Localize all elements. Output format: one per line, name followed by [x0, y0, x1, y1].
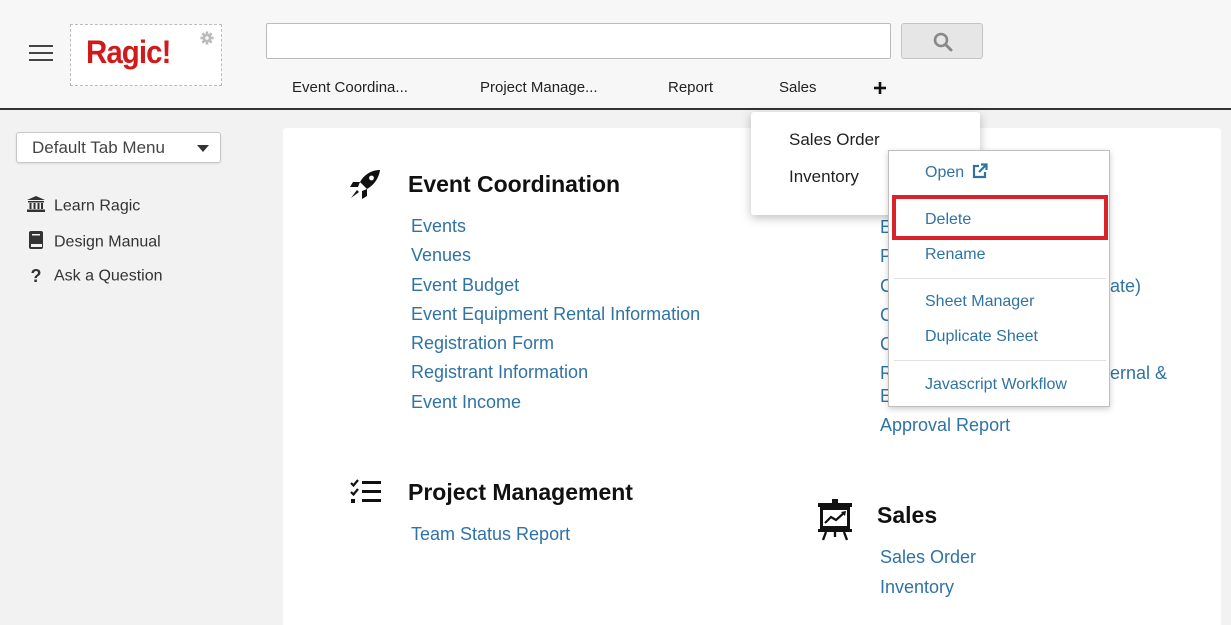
sidebar-link-label: Ask a Question [54, 267, 163, 285]
link-inventory[interactable]: Inventory [880, 577, 954, 598]
tab-event-coordination[interactable]: Event Coordina... [292, 79, 408, 96]
link-event-budget[interactable]: Event Budget [411, 275, 519, 296]
sidebar-link-label: Design Manual [54, 233, 161, 251]
delete-highlight-box [892, 195, 1108, 240]
context-menu-duplicate-sheet[interactable]: Duplicate Sheet [925, 328, 1038, 346]
search-icon [933, 32, 953, 52]
link-approval-report[interactable]: Approval Report [880, 415, 1010, 436]
tasks-icon [350, 479, 381, 503]
link-events[interactable]: Events [411, 216, 466, 237]
tab-sales[interactable]: Sales [779, 79, 817, 96]
sidebar-link-learn-ragic[interactable]: Learn Ragic [26, 196, 140, 217]
university-icon [26, 196, 46, 217]
sidebar-link-design-manual[interactable]: Design Manual [26, 231, 161, 254]
header: Ragic! Event Coordina... Project Manage.… [0, 0, 1231, 110]
logo-container[interactable]: Ragic! [70, 24, 222, 86]
question-icon: ? [30, 266, 42, 286]
section-title-sales: Sales [877, 502, 938, 528]
menu-divider [894, 278, 1106, 279]
link-registration-form[interactable]: Registration Form [411, 333, 554, 354]
link-team-status-report[interactable]: Team Status Report [411, 524, 570, 545]
context-menu: Open Delete Rename Sheet Manager Duplica… [888, 150, 1110, 407]
book-icon [26, 231, 46, 254]
link-sales-order[interactable]: Sales Order [880, 547, 976, 568]
link-event-income[interactable]: Event Income [411, 392, 521, 413]
rocket-icon [350, 170, 380, 199]
sidebar-link-ask-question[interactable]: ? Ask a Question [26, 266, 163, 287]
external-link-icon [972, 163, 988, 179]
presentation-chart-icon [818, 499, 852, 541]
tab-project-management[interactable]: Project Manage... [480, 79, 598, 96]
ragic-logo: Ragic! [86, 34, 171, 70]
section-title-project-management: Project Management [408, 479, 633, 505]
menu-divider [894, 360, 1106, 361]
context-menu-sheet-manager[interactable]: Sheet Manager [925, 293, 1034, 311]
sales-menu-item-inventory[interactable]: Inventory [789, 167, 859, 187]
link-report-partial-3-suffix[interactable]: ate) [1110, 276, 1141, 297]
caret-down-icon [197, 145, 209, 152]
search-button[interactable] [901, 23, 983, 59]
section-title-event-coordination: Event Coordination [408, 171, 621, 197]
link-report-partial-6-suffix[interactable]: ernal & [1110, 363, 1167, 384]
sales-menu-item-sales-order[interactable]: Sales Order [789, 130, 880, 150]
sidebar-link-label: Learn Ragic [54, 197, 141, 215]
tab-report[interactable]: Report [668, 79, 713, 96]
gear-icon[interactable] [200, 31, 214, 45]
context-menu-rename[interactable]: Rename [925, 246, 985, 264]
tab-menu-dropdown-label: Default Tab Menu [32, 138, 165, 157]
link-venues[interactable]: Venues [411, 245, 471, 266]
search-input[interactable] [266, 23, 891, 59]
context-menu-open[interactable]: Open [925, 163, 988, 182]
context-menu-javascript-workflow[interactable]: Javascript Workflow [925, 376, 1067, 394]
context-menu-open-label: Open [925, 164, 965, 181]
tab-menu-dropdown[interactable]: Default Tab Menu [16, 132, 221, 163]
plus-icon[interactable] [871, 79, 889, 97]
link-registrant-information[interactable]: Registrant Information [411, 362, 588, 383]
hamburger-menu-icon[interactable] [29, 45, 53, 65]
link-event-equipment-rental[interactable]: Event Equipment Rental Information [411, 304, 700, 325]
